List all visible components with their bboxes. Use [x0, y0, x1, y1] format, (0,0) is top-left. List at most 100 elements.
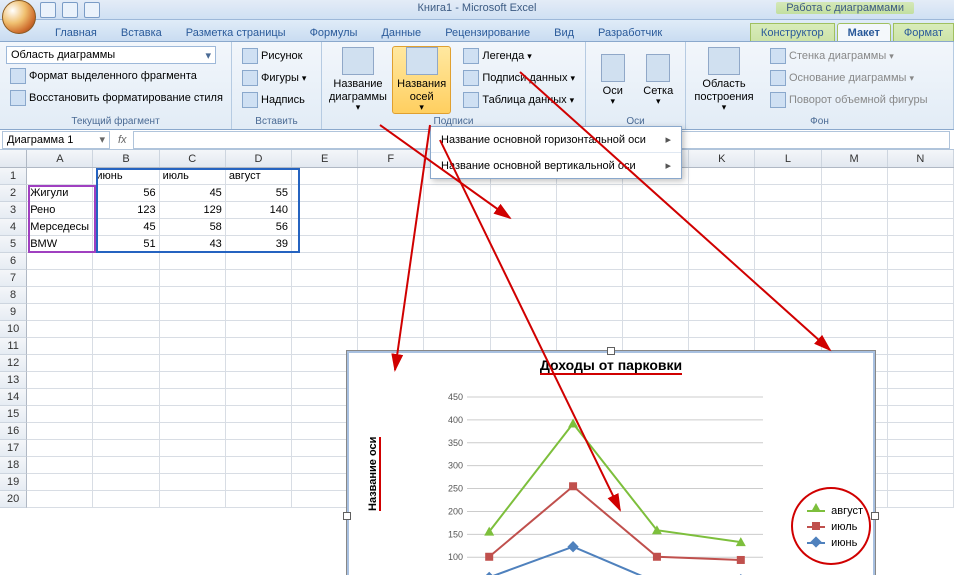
- undo-icon[interactable]: [62, 2, 78, 18]
- cell[interactable]: [160, 253, 226, 270]
- cell[interactable]: [93, 321, 159, 338]
- cell[interactable]: [292, 287, 358, 304]
- chart-title-button[interactable]: Название диаграммы: [328, 46, 388, 114]
- cell[interactable]: [358, 236, 424, 253]
- cell[interactable]: [27, 304, 93, 321]
- column-header[interactable]: E: [292, 150, 358, 167]
- cell[interactable]: [358, 219, 424, 236]
- tab-pagelayout[interactable]: Разметка страницы: [175, 23, 297, 41]
- data-labels-button[interactable]: Подписи данных: [459, 68, 579, 88]
- axis-titles-horizontal[interactable]: Название основной горизонтальной оси▸: [431, 127, 681, 153]
- cell[interactable]: [160, 423, 226, 440]
- cell[interactable]: 123: [93, 202, 159, 219]
- cell[interactable]: [888, 389, 954, 406]
- cell[interactable]: [292, 219, 358, 236]
- cell[interactable]: [822, 202, 888, 219]
- rotate-3d-button[interactable]: Поворот объемной фигуры: [766, 90, 932, 110]
- cell[interactable]: [27, 423, 93, 440]
- cell[interactable]: [755, 270, 821, 287]
- cell[interactable]: [623, 287, 689, 304]
- row-header[interactable]: 12: [0, 355, 27, 372]
- cell[interactable]: [160, 474, 226, 491]
- row-header[interactable]: 14: [0, 389, 27, 406]
- cell[interactable]: [822, 185, 888, 202]
- row-header[interactable]: 17: [0, 440, 27, 457]
- cell[interactable]: Рено: [27, 202, 93, 219]
- column-header[interactable]: B: [93, 150, 159, 167]
- cell[interactable]: [557, 253, 623, 270]
- cell[interactable]: [888, 474, 954, 491]
- cell[interactable]: [755, 253, 821, 270]
- cell[interactable]: [226, 491, 292, 508]
- chart-plot-area[interactable]: 050100150200250300350400450ЖигулиРеноМер…: [427, 393, 767, 575]
- cell[interactable]: [292, 202, 358, 219]
- axis-titles-button[interactable]: Названия осей: [392, 46, 451, 114]
- cell[interactable]: [93, 270, 159, 287]
- cell[interactable]: 45: [93, 219, 159, 236]
- cell[interactable]: [93, 372, 159, 389]
- row-header[interactable]: 7: [0, 270, 27, 287]
- tab-developer[interactable]: Разработчик: [587, 23, 673, 41]
- tab-review[interactable]: Рецензирование: [434, 23, 541, 41]
- tab-insert[interactable]: Вставка: [110, 23, 173, 41]
- cell[interactable]: [623, 185, 689, 202]
- cell[interactable]: [888, 406, 954, 423]
- chart-wall-button[interactable]: Стенка диаграммы: [766, 46, 932, 66]
- cell[interactable]: [755, 287, 821, 304]
- cell[interactable]: [623, 236, 689, 253]
- cell[interactable]: [557, 321, 623, 338]
- cell[interactable]: [888, 304, 954, 321]
- axis-titles-vertical[interactable]: Название основной вертикальной оси▸: [431, 153, 681, 178]
- cell[interactable]: [160, 304, 226, 321]
- cell[interactable]: [160, 338, 226, 355]
- cell[interactable]: [822, 219, 888, 236]
- cell[interactable]: [160, 491, 226, 508]
- tab-formulas[interactable]: Формулы: [299, 23, 369, 41]
- cell[interactable]: [358, 287, 424, 304]
- cell[interactable]: [491, 304, 557, 321]
- cell[interactable]: [557, 236, 623, 253]
- cell[interactable]: [358, 253, 424, 270]
- cell[interactable]: [689, 236, 755, 253]
- cell[interactable]: [888, 185, 954, 202]
- cell[interactable]: [27, 406, 93, 423]
- cell[interactable]: [888, 423, 954, 440]
- cell[interactable]: [888, 253, 954, 270]
- cell[interactable]: [623, 219, 689, 236]
- cell[interactable]: июль: [160, 168, 226, 185]
- row-header[interactable]: 10: [0, 321, 27, 338]
- cell[interactable]: [358, 270, 424, 287]
- cell[interactable]: [93, 355, 159, 372]
- cell[interactable]: 129: [160, 202, 226, 219]
- cell[interactable]: [755, 168, 821, 185]
- row-header[interactable]: 2: [0, 185, 27, 202]
- shapes-button[interactable]: Фигуры: [238, 68, 310, 88]
- chart-elements-combo[interactable]: Область диаграммы: [6, 46, 216, 64]
- cell[interactable]: [226, 389, 292, 406]
- cell[interactable]: [424, 236, 490, 253]
- cell[interactable]: [689, 321, 755, 338]
- cell[interactable]: [888, 440, 954, 457]
- cell[interactable]: 51: [93, 236, 159, 253]
- cell[interactable]: [160, 355, 226, 372]
- cell[interactable]: [689, 304, 755, 321]
- cell[interactable]: [27, 491, 93, 508]
- row-header[interactable]: 18: [0, 457, 27, 474]
- cell[interactable]: [888, 321, 954, 338]
- cell[interactable]: [226, 304, 292, 321]
- cell[interactable]: [27, 355, 93, 372]
- cell[interactable]: [888, 202, 954, 219]
- cell[interactable]: [424, 185, 490, 202]
- axes-button[interactable]: Оси: [592, 46, 634, 114]
- cell[interactable]: [822, 253, 888, 270]
- cell[interactable]: [888, 219, 954, 236]
- cell[interactable]: [160, 372, 226, 389]
- cell[interactable]: [424, 202, 490, 219]
- cell[interactable]: [888, 236, 954, 253]
- cell[interactable]: [491, 219, 557, 236]
- cell[interactable]: [755, 236, 821, 253]
- cell[interactable]: [689, 253, 755, 270]
- cell[interactable]: август: [226, 168, 292, 185]
- cell[interactable]: [557, 287, 623, 304]
- cell[interactable]: [93, 491, 159, 508]
